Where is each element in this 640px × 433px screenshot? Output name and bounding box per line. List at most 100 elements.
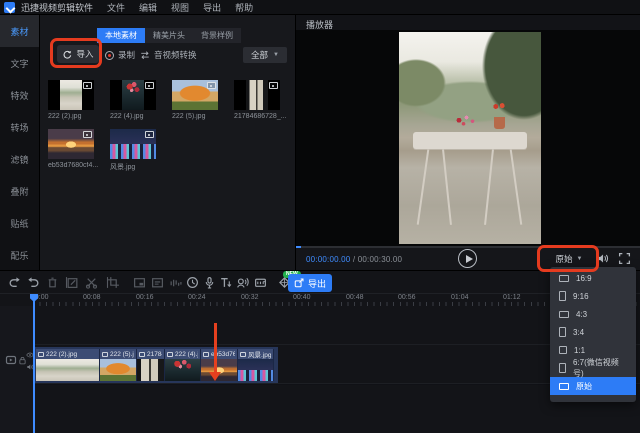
timeline-clip[interactable]: 222 (4).jpg [165,349,201,381]
undo-icon[interactable]: NEW [8,276,22,290]
aspect-ratio-option[interactable]: 9:16 [550,287,636,305]
ratio-shape-icon [559,363,566,373]
preview-table [413,132,527,149]
clip-filename: 222 (2).jpg [46,351,77,358]
convert-button[interactable]: 音视频转换 [140,49,197,61]
menu-item[interactable]: 帮助 [235,1,253,14]
record-icon [105,51,114,60]
menu-item[interactable]: 导出 [203,1,221,14]
export-button[interactable]: 导出 [288,274,332,292]
clip-thumbnail [238,359,273,381]
menu-item[interactable]: 视图 [171,1,189,14]
window-title: 迅捷视频剪辑软件 [21,1,93,14]
split-icon[interactable]: NEW [85,276,99,290]
sidebar-item[interactable]: 特效 [0,79,39,111]
timeline-ruler[interactable]: 00:00 00:08 00:16 00:24 00:32 00:40 00:4… [0,293,640,306]
delete-icon[interactable]: NEW [46,276,60,290]
image-badge-icon [83,82,92,89]
media-filename: 222 (5).jpg [172,113,226,120]
ruler-timestamp: 01:12 [503,294,521,301]
gif-icon[interactable]: NEW [254,276,268,290]
voice-change-icon[interactable]: NEW [236,276,250,290]
timeline-clip[interactable]: 风景.jpg [238,349,274,381]
media-item[interactable]: 222 (4).jpg [110,80,156,120]
image-badge-icon [207,82,216,89]
image-badge-icon [269,82,278,89]
text-to-speech-icon[interactable]: NEW [219,276,233,290]
media-thumbnail [246,80,268,110]
ruler-timestamp: 00:40 [293,294,311,301]
clip-filename: 2178468... [147,351,162,358]
media-panel: 本地素材 精美片头 背景样例 导入 录制 音视频转换 全部 ▼ [40,15,295,270]
image-badge-icon [240,352,246,357]
microphone-icon[interactable]: NEW [203,276,217,290]
media-tab[interactable]: 精美片头 [145,28,193,43]
media-filename: 222 (4).jpg [110,113,164,120]
aspect-ratio-option[interactable]: 原始 [550,377,636,395]
sidebar-item[interactable]: 叠附 [0,175,39,207]
ruler-timestamp: 00:48 [346,294,364,301]
menu-item[interactable]: 文件 [107,1,125,14]
timeline-clip[interactable]: 2178468... [137,349,165,381]
playhead[interactable] [33,294,35,433]
sidebar-item[interactable]: 素材 [0,15,39,47]
sidebar-item[interactable]: 滤镜 [0,143,39,175]
media-item[interactable]: 222 (5).jpg [172,80,218,120]
sidebar-item[interactable]: 转场 [0,111,39,143]
redo-icon[interactable]: NEW [27,276,41,290]
preview-flower-pot [494,117,505,129]
sidebar-item[interactable]: 贴纸 [0,207,39,239]
menu-item[interactable]: 编辑 [139,1,157,14]
annotation-arrow [214,323,217,373]
ruler-timestamp: 00:32 [241,294,259,301]
media-item[interactable]: eb53d7680cf4... [48,129,94,172]
app-logo-icon [4,2,15,13]
media-tab[interactable]: 本地素材 [97,28,145,43]
caret-down-icon: ▼ [577,256,583,262]
timeline-panel: NEW NEW NEW NEW NEW [0,270,640,433]
crop-icon[interactable]: NEW [107,276,121,290]
aspect-ratio-option[interactable]: 6:7(微信视频号) [550,359,636,377]
player-preview-image [399,32,541,244]
media-item[interactable]: 21784686728_... [234,80,280,120]
import-button[interactable]: 导入 [57,45,99,63]
clip-filename: 222 (5).jpg [110,351,134,358]
clip-thumbnail [36,359,99,381]
record-button[interactable]: 录制 [105,49,135,61]
sidebar: 素材 文字 特效 转场 滤镜 叠附 贴纸 配乐 [0,15,40,270]
media-item[interactable]: 风景.jpg [110,129,156,172]
duration-icon[interactable]: NEW [186,276,200,290]
sidebar-item[interactable]: 配乐 [0,239,39,271]
timeline-clip[interactable]: 222 (5).jpg [100,349,137,381]
media-thumbnail [122,80,144,110]
image-badge-icon [145,131,154,138]
timeline-clip[interactable]: 222 (2).jpg [36,349,100,381]
pip-icon[interactable]: NEW [133,276,147,290]
edit-icon[interactable]: NEW [66,276,80,290]
play-button[interactable] [458,249,477,268]
ratio-shape-icon [559,346,567,354]
aspect-ratio-option[interactable]: 4:3 [550,305,636,323]
player-stage [296,30,640,246]
audio-wave-icon[interactable]: NEW [169,276,183,290]
sidebar-item[interactable]: 文字 [0,47,39,79]
aspect-ratio-button[interactable]: 原始 ▼ [549,252,589,266]
fullscreen-icon[interactable] [618,252,631,265]
image-badge-icon [102,352,108,357]
clip-thumbnail [100,359,136,381]
clip-thumbnail [165,359,200,381]
media-tab[interactable]: 背景样例 [193,28,241,43]
ratio-shape-icon [559,275,569,282]
aspect-ratio-option[interactable]: 16:9 [550,269,636,287]
image-badge-icon [139,352,145,357]
timeline-tracks: 222 (2).jpg 222 (5).jpg 2178468... [0,306,640,433]
filter-dropdown[interactable]: 全部 ▼ [243,47,287,63]
clip-filename: 风景.jpg [248,349,271,359]
clip-filename: 222 (4).jpg [175,351,198,358]
media-item[interactable]: 222 (2).jpg [48,80,94,120]
aspect-ratio-option[interactable]: 3:4 [550,323,636,341]
video-track-icon [5,354,17,366]
import-icon [62,49,72,59]
volume-icon[interactable] [596,252,609,265]
subtitle-icon[interactable]: NEW [151,276,165,290]
